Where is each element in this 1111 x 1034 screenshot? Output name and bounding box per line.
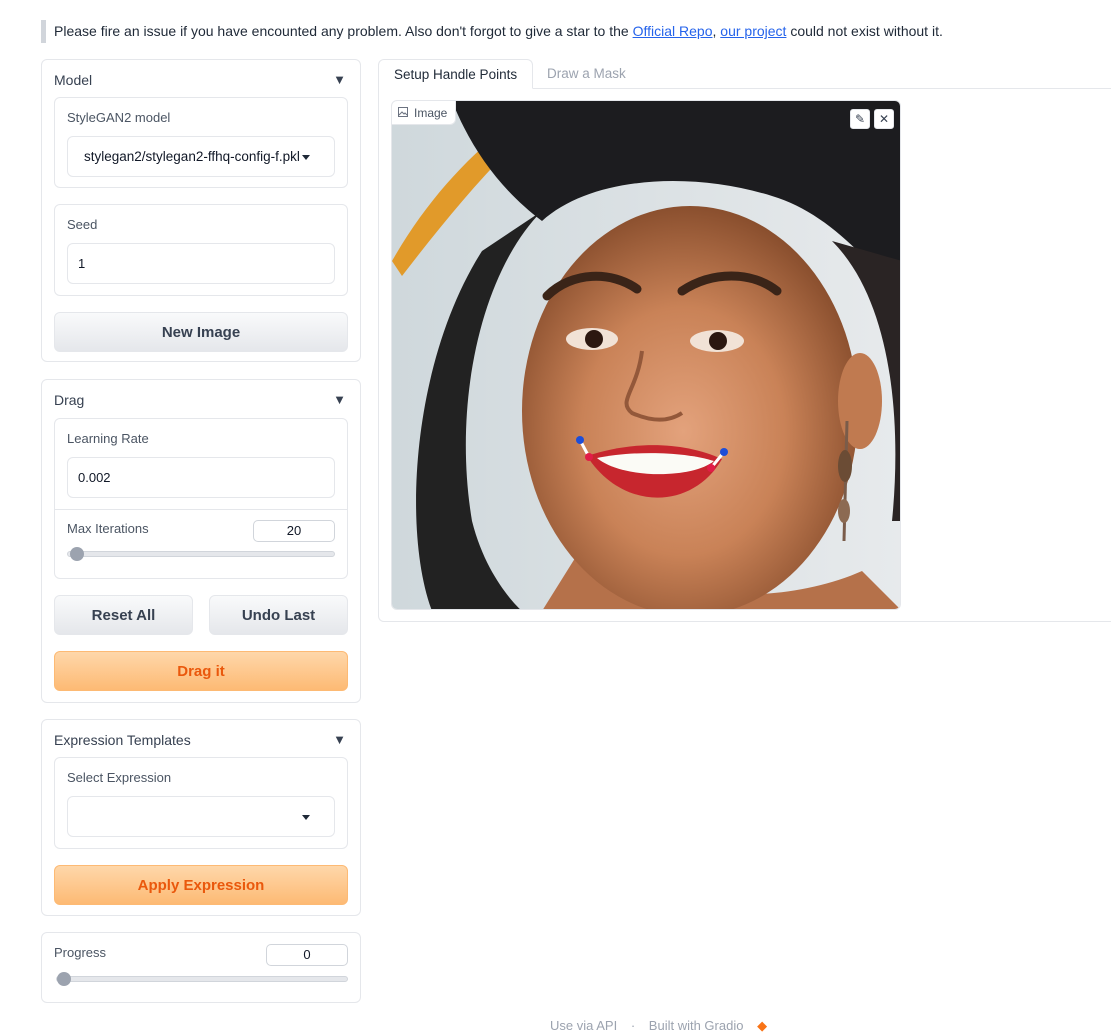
seed-label: Seed xyxy=(67,217,98,232)
face-image[interactable] xyxy=(392,101,901,610)
max-iterations-label: Max Iterations xyxy=(67,521,149,536)
learning-rate-input[interactable]: 0.002 xyxy=(67,457,335,498)
panel-title-drag: Drag xyxy=(54,392,85,408)
gradio-logo-icon: ◆ xyxy=(757,1018,768,1033)
chevron-down-icon xyxy=(302,155,310,160)
pencil-icon[interactable]: ✎ xyxy=(850,109,870,129)
progress-panel: Progress 0 xyxy=(41,932,361,1003)
collapse-toggle-icon[interactable]: ▼ xyxy=(333,72,346,88)
seed-input[interactable]: 1 xyxy=(67,243,335,284)
drag-it-button[interactable]: Drag it xyxy=(54,651,348,691)
panel-title-expression: Expression Templates xyxy=(54,732,191,748)
image-label-text: Image xyxy=(414,105,448,120)
stylegan-model-block: StyleGAN2 model stylegan2/stylegan2-ffhq… xyxy=(54,97,348,188)
max-iterations-slider[interactable] xyxy=(67,547,335,561)
stylegan-model-dropdown[interactable]: stylegan2/stylegan2-ffhq-config-f.pkl xyxy=(67,136,335,177)
model-panel: Model ▼ StyleGAN2 model stylegan2/styleg… xyxy=(41,59,361,362)
tab-bar: Setup Handle Points Draw a Mask xyxy=(378,59,1111,89)
max-iterations-number[interactable]: 20 xyxy=(253,520,335,542)
notice-text: Please fire an issue if you have encount… xyxy=(54,23,633,39)
footer: Use via API · Built with Gradio ◆ xyxy=(550,1018,777,1034)
panel-title-model: Model xyxy=(54,72,93,88)
new-image-button[interactable]: New Image xyxy=(54,312,348,352)
use-via-api-link[interactable]: Use via API xyxy=(550,1018,617,1033)
footer-separator: · xyxy=(630,1018,636,1033)
slider-thumb[interactable] xyxy=(57,972,71,986)
slider-thumb[interactable] xyxy=(70,547,84,561)
apply-expression-button[interactable]: Apply Expression xyxy=(54,865,348,905)
tab-draw-a-mask[interactable]: Draw a Mask xyxy=(532,59,641,89)
reset-all-button[interactable]: Reset All xyxy=(54,595,193,635)
notice-text-end: could not exist without it. xyxy=(786,23,943,39)
close-icon[interactable]: ✕ xyxy=(874,109,894,129)
image-icon xyxy=(398,106,408,120)
progress-slider[interactable] xyxy=(56,972,348,986)
official-repo-link[interactable]: Official Repo xyxy=(633,23,713,39)
select-expression-dropdown[interactable] xyxy=(67,796,335,837)
collapse-toggle-icon[interactable]: ▼ xyxy=(333,392,346,408)
tab-setup-handle-points[interactable]: Setup Handle Points xyxy=(378,59,534,89)
drag-settings-block: Learning Rate 0.002 Max Iterations 20 xyxy=(54,418,348,579)
collapse-toggle-icon[interactable]: ▼ xyxy=(333,732,346,748)
progress-label: Progress xyxy=(54,945,107,960)
built-with-gradio-link[interactable]: Built with Gradio xyxy=(649,1018,744,1033)
divider xyxy=(55,509,347,510)
stylegan-model-value: stylegan2/stylegan2-ffhq-config-f.pkl xyxy=(84,149,300,164)
stylegan-model-label: StyleGAN2 model xyxy=(67,110,171,125)
our-project-link[interactable]: our project xyxy=(720,23,786,39)
undo-last-button[interactable]: Undo Last xyxy=(209,595,348,635)
chevron-down-icon xyxy=(302,815,310,820)
image-canvas[interactable]: Image ✎ ✕ xyxy=(391,100,901,610)
select-expression-block: Select Expression xyxy=(54,757,348,849)
progress-number[interactable]: 0 xyxy=(266,944,348,966)
expression-templates-panel: Expression Templates ▼ Select Expression… xyxy=(41,719,361,916)
drag-panel: Drag ▼ Learning Rate 0.002 Max Iteration… xyxy=(41,379,361,703)
seed-block: Seed 1 xyxy=(54,204,348,296)
image-label: Image xyxy=(392,101,457,125)
notice-banner: Please fire an issue if you have encount… xyxy=(41,20,943,43)
select-expression-label: Select Expression xyxy=(67,770,172,785)
learning-rate-label: Learning Rate xyxy=(67,431,149,446)
